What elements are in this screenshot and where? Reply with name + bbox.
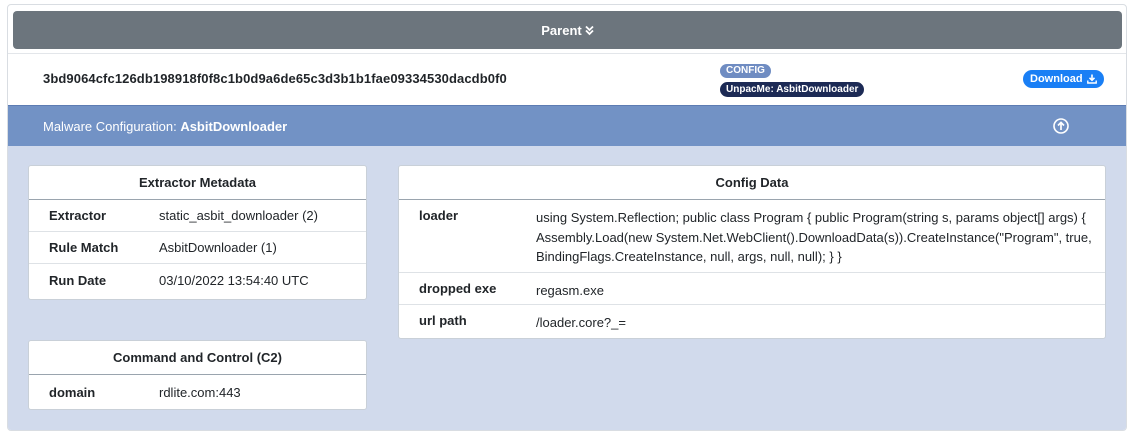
parent-toggle-button[interactable]: Parent <box>13 11 1122 49</box>
table-row: loader using System.Reflection; public c… <box>399 200 1105 273</box>
c2-key: domain <box>49 384 96 400</box>
metadata-value: 03/10/2022 13:54:40 UTC <box>159 272 309 288</box>
malware-config-header: Malware Configuration: AsbitDownloader <box>8 105 1126 146</box>
malware-config-title: Malware Configuration: AsbitDownloader <box>43 119 287 134</box>
parent-label: Parent <box>541 22 582 38</box>
sample-row: 3bd9064cfc126db198918f0f8c1b0d9a6de65c3d… <box>8 53 1126 104</box>
table-row: dropped exe regasm.exe <box>399 273 1105 305</box>
arrow-up-circle-icon[interactable] <box>1053 118 1069 134</box>
download-button-label: Download <box>1030 73 1083 85</box>
malware-config-card: Parent 3bd9064cfc126db198918f0f8c1b0d9a6… <box>7 4 1127 431</box>
table-row: url path /loader.core?_= <box>399 305 1105 337</box>
malware-config-body: Extractor Metadata Extractor static_asbi… <box>8 146 1126 430</box>
config-key: url path <box>419 313 467 328</box>
download-icon <box>1086 74 1097 84</box>
extractor-metadata-title: Extractor Metadata <box>29 166 366 200</box>
metadata-key: Run Date <box>49 272 107 288</box>
chevron-double-down-icon <box>585 25 594 35</box>
table-row: domain rdlite.com:443 <box>29 375 366 409</box>
config-key: dropped exe <box>419 281 497 296</box>
metadata-value: static_asbit_downloader (2) <box>159 208 318 223</box>
config-key: loader <box>419 208 459 223</box>
table-row: Extractor static_asbit_downloader (2) <box>29 200 366 232</box>
config-value: regasm.exe <box>536 283 604 298</box>
table-row: Run Date 03/10/2022 13:54:40 UTC <box>29 264 366 296</box>
metadata-value: AsbitDownloader (1) <box>159 240 277 255</box>
c2-title: Command and Control (C2) <box>29 341 366 375</box>
config-value: using System.Reflection; public class Pr… <box>536 210 1092 264</box>
metadata-key: Extractor <box>49 208 107 223</box>
malware-family-name: AsbitDownloader <box>180 119 288 134</box>
c2-value: rdlite.com:443 <box>159 384 241 400</box>
config-badge: CONFIG <box>720 64 771 78</box>
config-data-panel: Config Data loader using System.Reflecti… <box>398 165 1106 339</box>
config-value: /loader.core?_= <box>536 315 626 330</box>
table-row: Rule Match AsbitDownloader (1) <box>29 232 366 264</box>
c2-panel: Command and Control (C2) domain rdlite.c… <box>28 340 367 410</box>
download-button[interactable]: Download <box>1023 70 1104 88</box>
extractor-metadata-panel: Extractor Metadata Extractor static_asbi… <box>28 165 367 300</box>
sample-hash[interactable]: 3bd9064cfc126db198918f0f8c1b0d9a6de65c3d… <box>43 71 507 86</box>
malware-config-prefix: Malware Configuration: <box>43 119 177 134</box>
metadata-key: Rule Match <box>49 240 119 255</box>
config-data-title: Config Data <box>399 166 1105 200</box>
unpacme-badge: UnpacMe: AsbitDownloader <box>720 82 865 97</box>
